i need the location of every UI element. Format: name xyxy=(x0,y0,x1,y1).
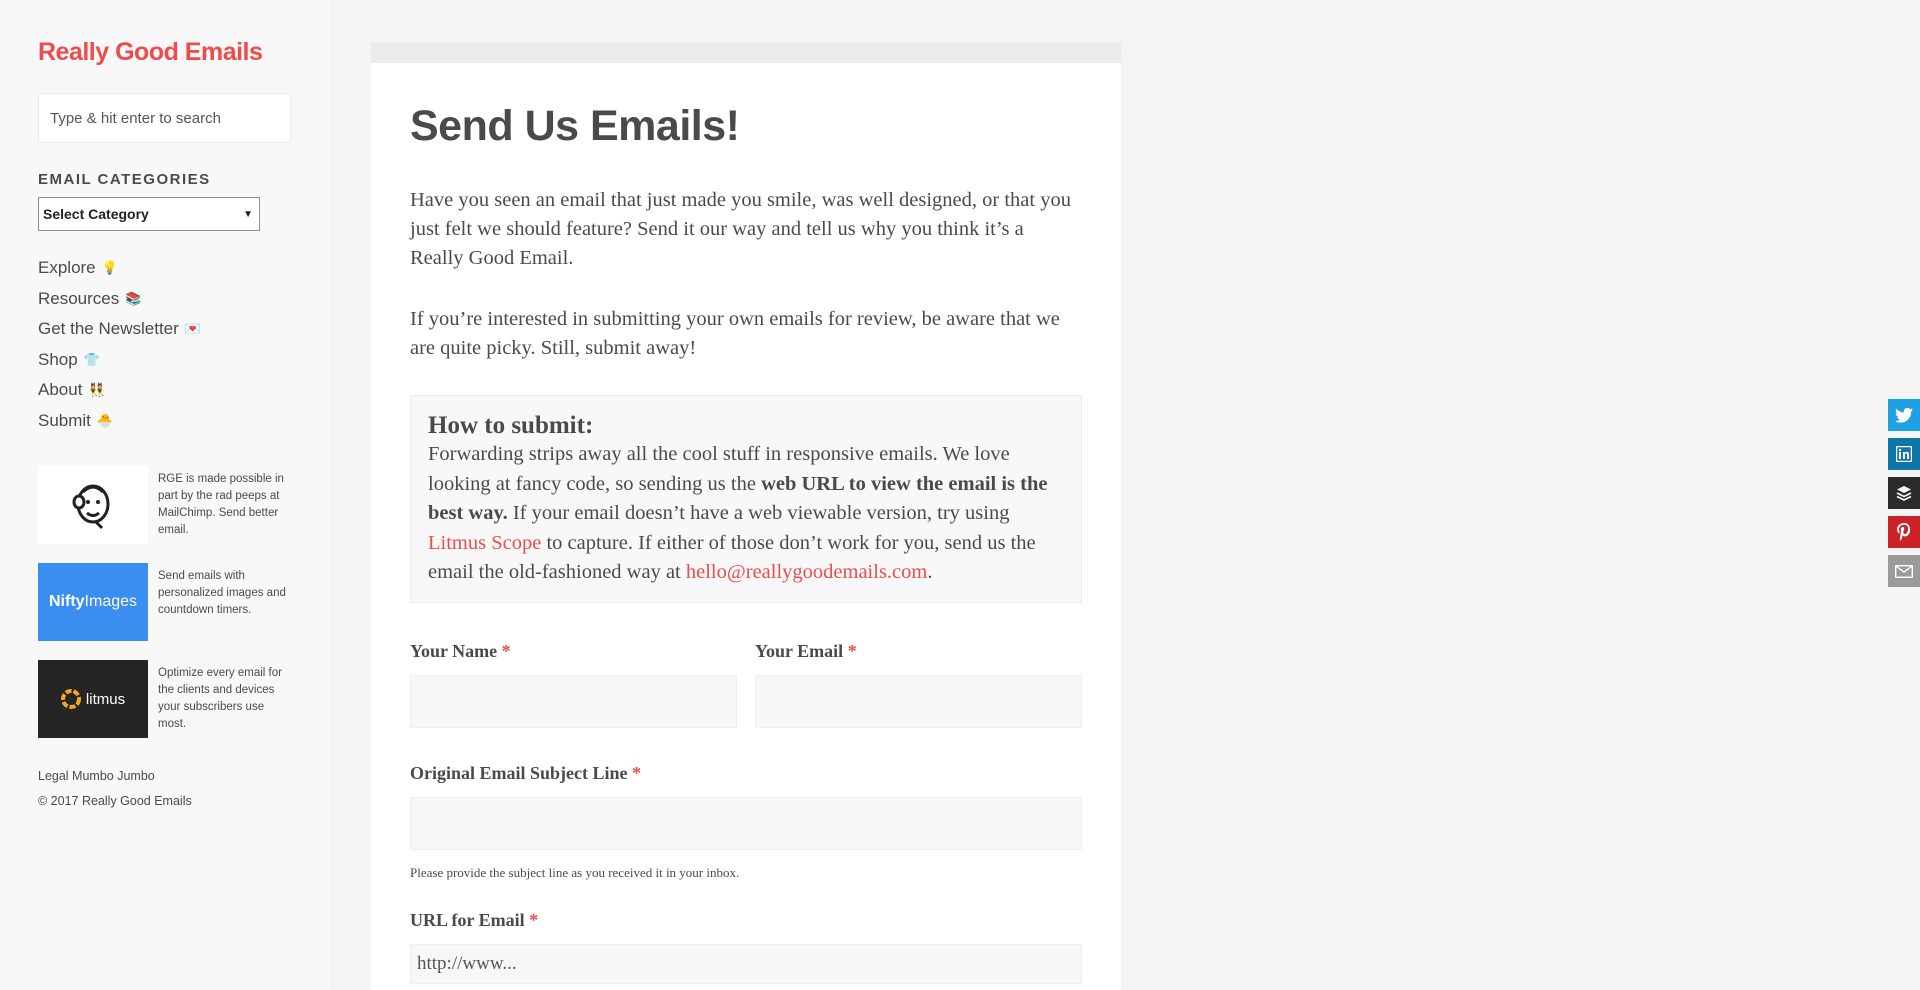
url-field-group: URL for Email * http://www... xyxy=(410,910,1082,984)
url-input[interactable]: http://www... xyxy=(410,943,1082,984)
chevron-down-icon: ▼ xyxy=(243,208,253,220)
sponsors: RGE is made possible in part by the rad … xyxy=(38,466,330,738)
nav-item-newsletter[interactable]: Get the Newsletter 💌 xyxy=(38,314,330,345)
subject-label: Original Email Subject Line * xyxy=(410,762,642,783)
pinterest-icon xyxy=(1897,523,1911,541)
buffer-icon xyxy=(1896,486,1912,501)
url-label: URL for Email * xyxy=(410,909,539,930)
copyright: © 2017 Really Good Emails xyxy=(38,794,192,808)
name-field-group: Your Name * xyxy=(410,641,737,728)
subject-field-group: Original Email Subject Line * Please pro… xyxy=(410,763,1082,881)
how-to-submit-heading: How to submit: xyxy=(428,412,594,439)
email-link[interactable]: hello@reallygoodemails.com xyxy=(686,561,927,583)
email-field-group: Your Email * xyxy=(755,641,1082,728)
nav-item-about[interactable]: About 👯 xyxy=(38,375,330,406)
dancers-icon: 👯 xyxy=(88,382,105,398)
categories-heading: EMAIL CATEGORIES xyxy=(38,171,211,188)
email-input[interactable] xyxy=(755,674,1082,728)
envelope-icon xyxy=(1895,564,1913,578)
how-to-submit-text: Forwarding strips away all the cool stuf… xyxy=(428,443,1048,583)
subject-input[interactable] xyxy=(410,796,1082,850)
lightbulb-icon: 💡 xyxy=(101,260,118,276)
page-title: Send Us Emails! xyxy=(410,102,740,150)
nav-item-submit[interactable]: Submit 🐣 xyxy=(38,406,330,437)
site-title[interactable]: Really Good Emails xyxy=(38,38,330,67)
mailchimp-monkey-icon xyxy=(72,484,110,530)
search-input[interactable] xyxy=(50,109,279,127)
sponsor-litmus[interactable]: litmus Optimize every email for the clie… xyxy=(38,660,293,738)
litmus-wheel-icon xyxy=(60,689,81,709)
sidebar: Really Good Emails EMAIL CATEGORIES Sele… xyxy=(0,0,330,990)
linkedin-share-button[interactable] xyxy=(1888,438,1920,470)
niftyimages-logo[interactable]: Nifty Images xyxy=(38,563,148,641)
books-icon: 📚 xyxy=(125,290,142,306)
sidebar-nav: Explore 💡 Resources 📚 Get the Newsletter 💌 … xyxy=(38,253,330,436)
sponsor-niftyimages[interactable]: Nifty Images Send emails with personalize… xyxy=(38,563,293,641)
sponsor-mailchimp[interactable]: RGE is made possible in part by the rad … xyxy=(38,466,293,544)
email-label: Your Email * xyxy=(755,640,857,661)
twitter-share-button[interactable] xyxy=(1888,399,1920,431)
sponsor-mailchimp-text: RGE is made possible in part by the rad … xyxy=(158,473,284,536)
tshirt-icon: 👕 xyxy=(83,351,100,367)
how-to-submit-box: How to submit: Forwarding strips away al… xyxy=(410,395,1082,603)
category-select[interactable]: Select Category ▼ xyxy=(38,197,260,231)
nav-item-resources[interactable]: Resources 📚 xyxy=(38,284,330,315)
name-input[interactable] xyxy=(410,674,737,728)
name-email-row: Your Name * Your Email * xyxy=(410,641,1082,728)
litmus-logo[interactable]: litmus xyxy=(38,660,148,738)
main-content: Send Us Emails! Have you seen an email t… xyxy=(371,63,1121,990)
hatching-chick-icon: 🐣 xyxy=(96,412,114,428)
pinterest-share-button[interactable] xyxy=(1888,516,1920,548)
sponsor-niftyimages-text: Send emails with personalized images and… xyxy=(158,570,286,616)
search-box[interactable] xyxy=(38,93,291,143)
buffer-share-button[interactable] xyxy=(1888,477,1920,509)
category-select-value: Select Category xyxy=(43,206,149,222)
name-label: Your Name * xyxy=(410,640,511,661)
intro-paragraph-2: If you’re interested in submitting your … xyxy=(410,308,1060,359)
sponsor-litmus-text: Optimize every email for the clients and… xyxy=(158,667,282,730)
litmus-scope-link[interactable]: Litmus Scope xyxy=(428,532,541,554)
twitter-icon xyxy=(1895,407,1913,423)
legal-link[interactable]: Legal Mumbo Jumbo xyxy=(38,764,330,789)
linkedin-icon xyxy=(1896,446,1912,462)
nav-item-explore[interactable]: Explore 💡 xyxy=(38,253,330,284)
footer: Legal Mumbo Jumbo © 2017 Really Good Ema… xyxy=(38,764,330,814)
email-share-button[interactable] xyxy=(1888,555,1920,587)
main-top-bar xyxy=(371,42,1121,63)
nav-item-shop[interactable]: Shop 👕 xyxy=(38,345,330,376)
mailchimp-logo[interactable] xyxy=(38,466,148,544)
intro-paragraph-1: Have you seen an email that just made yo… xyxy=(410,189,1071,269)
love-letter-icon: 💌 xyxy=(184,321,201,337)
share-bar xyxy=(1888,399,1920,594)
subject-hint: Please provide the subject line as you r… xyxy=(410,864,740,880)
